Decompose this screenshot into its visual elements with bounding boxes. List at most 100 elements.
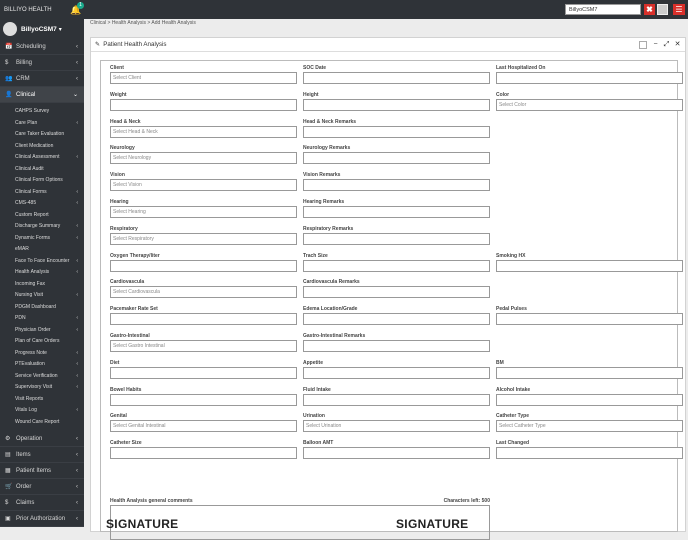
top-search-input[interactable]: BillyoCSM7 [565,4,641,15]
sidebar-subitem-clinical-assessment[interactable]: Clinical Assessment ‹ [0,152,84,164]
sidebar-subitem-emar[interactable]: eMAR [0,244,84,256]
head-neck-input[interactable]: Select Head & Neck [110,125,297,138]
sidebar-subitem-client-medication[interactable]: Client Medication [0,141,84,153]
sidebar-subitem-ptevaluation[interactable]: PTEvaluation ‹ [0,359,84,371]
sidebar-subitem-physician-order[interactable]: Physician Order ‹ [0,325,84,337]
last-hospitalized-on-input[interactable] [496,72,683,84]
field-neurology: Neurology Select Neurology [110,145,297,165]
oxygen-therapy-liter-input[interactable] [110,259,297,272]
bm-input[interactable] [496,366,683,379]
sidebar-subitem-dynamic-forms[interactable]: Dynamic Forms ‹ [0,233,84,245]
sidebar-subitem-clinical-audit[interactable]: Clinical Audit [0,164,84,176]
username: BillyoCSM7 [21,25,57,33]
sidebar-item-clinical[interactable]: 👤 Clinical ⌄ [0,87,84,103]
fluid-intake-input[interactable] [303,393,490,406]
sidebar-item-order[interactable]: 🛒 Order ‹ [0,479,84,495]
sidebar-item-scheduling[interactable]: 📅 Scheduling ‹ [0,39,84,55]
sidebar-subitem-face-to-face-encounter[interactable]: Face To Face Encounter ‹ [0,256,84,268]
order-icon: 🛒 [5,484,13,490]
sidebar-item-claims[interactable]: $ Claims ‹ [0,495,84,511]
client-input[interactable]: Select Client [110,72,297,84]
user-avatar-icon[interactable] [657,4,668,15]
panel-checkbox[interactable] [639,41,647,49]
vision-remarks-input[interactable] [303,179,490,192]
field-height: Height [303,92,490,111]
sidebar-subitem-supervisory-visit[interactable]: Supervisory Visit ‹ [0,382,84,394]
neurology-remarks-input[interactable] [303,152,490,165]
expand-icon[interactable]: ⤢ [662,40,671,49]
sidebar-subitem-pdn[interactable]: PDN ‹ [0,313,84,325]
vision-input[interactable]: Select Vision [110,179,297,192]
sidebar-subitem-health-analysis[interactable]: Health Analysis ‹ [0,267,84,279]
urination-input[interactable]: Select Urination [303,420,490,433]
pacemaker-rate-set-input[interactable] [110,313,297,326]
pedal-pulses-input[interactable] [496,313,683,326]
catheter-type-input[interactable]: Select Catheter Type [496,420,683,433]
chevron-left-icon: ‹ [76,234,78,241]
genital-input[interactable]: Select Genital Intestinal [110,420,297,433]
hearing-remarks-input[interactable] [303,206,490,218]
menu-icon[interactable]: ☰ [673,4,685,15]
height-input[interactable] [303,98,490,111]
neurology-input[interactable]: Select Neurology [110,152,297,165]
field-label: Vision [110,172,125,179]
cardiovascula-remarks-input[interactable] [303,286,490,299]
close-icon[interactable]: ✖ [644,4,655,15]
sidebar-subitem-cms-485[interactable]: CMS-485 ‹ [0,198,84,210]
sidebar-subitem-wound-care-report[interactable]: Wound Care Report [0,417,84,429]
sidebar-item-prior-authorization[interactable]: ▣ Prior Authorization ‹ [0,511,84,527]
sidebar-subitem-vitals-log[interactable]: Vitals Log ‹ [0,405,84,417]
sidebar-subitem-nursing-visit[interactable]: Nursing Visit ‹ [0,290,84,302]
sidebar-subitem-incoming-fax[interactable]: Incoming Fax [0,279,84,291]
head-neck-remarks-input[interactable] [303,125,490,138]
last-changed-input[interactable] [496,447,683,460]
sidebar-item-items[interactable]: ▤ Items ‹ [0,447,84,463]
field-diet: Diet [110,360,297,379]
sidebar-subitem-service-verification[interactable]: Service Verification ‹ [0,371,84,383]
trach-size-input[interactable] [303,259,490,272]
sidebar-subitem-visit-reports[interactable]: Visit Reports [0,394,84,406]
main-content: Clinical > Health Analysis > Add Health … [84,19,688,540]
hearing-input[interactable]: Select Hearing [110,206,297,218]
sidebar-subitem-cahps-survey[interactable]: CAHPS Survey [0,106,84,118]
sidebar-subitem-care-plan[interactable]: Care Plan ‹ [0,118,84,130]
smoking-hx-input[interactable] [496,259,683,272]
minimize-icon[interactable]: − [651,40,660,49]
sidebar-subitem-custom-report[interactable]: Custom Report [0,210,84,222]
respiratory-input[interactable]: Select Respiratory [110,232,297,245]
sidebar-subitem-discharge-summary[interactable]: Discharge Summary ‹ [0,221,84,233]
alcohol-intake-input[interactable] [496,393,683,406]
sidebar-subitem-clinical-forms[interactable]: Clinical Forms ‹ [0,187,84,199]
gastro-intestinal-remarks-input[interactable] [303,340,490,352]
sidebar-item-operation[interactable]: ⚙ Operation ‹ [0,431,84,447]
cardiovascula-input[interactable]: Select Cardiovascula [110,286,297,299]
panel-close-icon[interactable]: ✕ [673,40,682,49]
edema-location-grade-input[interactable] [303,313,490,326]
diet-input[interactable] [110,366,297,379]
appetite-input[interactable] [303,366,490,379]
sidebar-subitem-label: Clinical Assessment [15,154,60,160]
sidebar-user[interactable]: BillyoCSM7 ▾ [0,19,84,39]
sidebar-subitem-progress-note[interactable]: Progress Note ‹ [0,348,84,360]
sidebar-subitem-plan-of-care-orders[interactable]: Plan of Care Orders [0,336,84,348]
chevron-left-icon: ‹ [76,75,78,82]
respiratory-remarks-input[interactable] [303,232,490,245]
sidebar-item-billing[interactable]: $ Billing ‹ [0,55,84,71]
bowel-habits-input[interactable] [110,393,297,406]
field-label: Smoking HX [496,252,526,259]
weight-input[interactable] [110,98,297,111]
sidebar-subitem-clinical-form-options[interactable]: Clinical Form Options [0,175,84,187]
balloon-amt-input[interactable] [303,447,490,460]
soc-date-input[interactable] [303,72,490,84]
sidebar-subitem-care-taker-evaluation[interactable]: Care Taker Evaluation [0,129,84,141]
color-input[interactable]: Select Color [496,98,683,111]
gastro-intestinal-input[interactable]: Select Gastro Intestinal [110,340,297,352]
sidebar-subitem-pdgm-dashboard[interactable]: PDGM Dashboard [0,302,84,314]
chevron-left-icon: ‹ [76,269,78,275]
catheter-size-input[interactable] [110,447,297,460]
sidebar-item-label: CRM [16,75,30,82]
sidebar-item-patient-items[interactable]: ▦ Patient Items ‹ [0,463,84,479]
field-alcohol-intake: Alcohol Intake [496,387,683,406]
sidebar-item-crm[interactable]: 👥 CRM ‹ [0,71,84,87]
field-label: Last Hospitalized On [496,65,546,71]
